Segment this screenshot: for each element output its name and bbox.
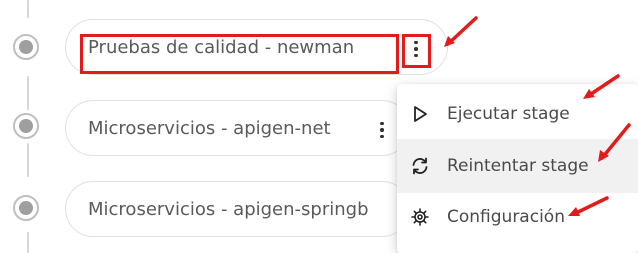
more-options-icon[interactable]	[371, 117, 393, 143]
stage-card[interactable]: Microservicios - apigen-net	[65, 100, 410, 156]
menu-item-label: Configuración	[447, 207, 565, 227]
stage-name: Microservicios - apigen-springb	[88, 199, 369, 220]
stage-context-menu: Ejecutar stage Reintentar stage Configur…	[397, 84, 638, 253]
timeline-connector	[27, 143, 29, 177]
stage-status-node	[13, 34, 39, 60]
menu-item-reintentar-stage[interactable]: Reintentar stage	[397, 139, 638, 193]
more-options-icon[interactable]	[405, 36, 427, 62]
stage-status-node	[13, 113, 39, 139]
menu-item-label: Ejecutar stage	[447, 104, 570, 124]
menu-item-label: Reintentar stage	[447, 156, 589, 176]
stage-status-node	[13, 195, 39, 221]
timeline-connector	[27, 0, 29, 18]
timeline-connector	[27, 232, 29, 253]
stage-name: Pruebas de calidad - newman	[88, 37, 355, 58]
play-icon	[414, 106, 427, 122]
stage-name: Microservicios - apigen-net	[88, 118, 331, 139]
menu-item-configuracion[interactable]: Configuración	[397, 190, 638, 244]
gear-icon	[411, 208, 429, 226]
timeline-connector	[27, 76, 29, 110]
refresh-icon	[412, 157, 428, 175]
menu-item-ejecutar-stage[interactable]: Ejecutar stage	[397, 87, 638, 141]
stage-card[interactable]: Pruebas de calidad - newman	[65, 19, 448, 75]
stage-card[interactable]: Microservicios - apigen-springb	[65, 181, 410, 237]
